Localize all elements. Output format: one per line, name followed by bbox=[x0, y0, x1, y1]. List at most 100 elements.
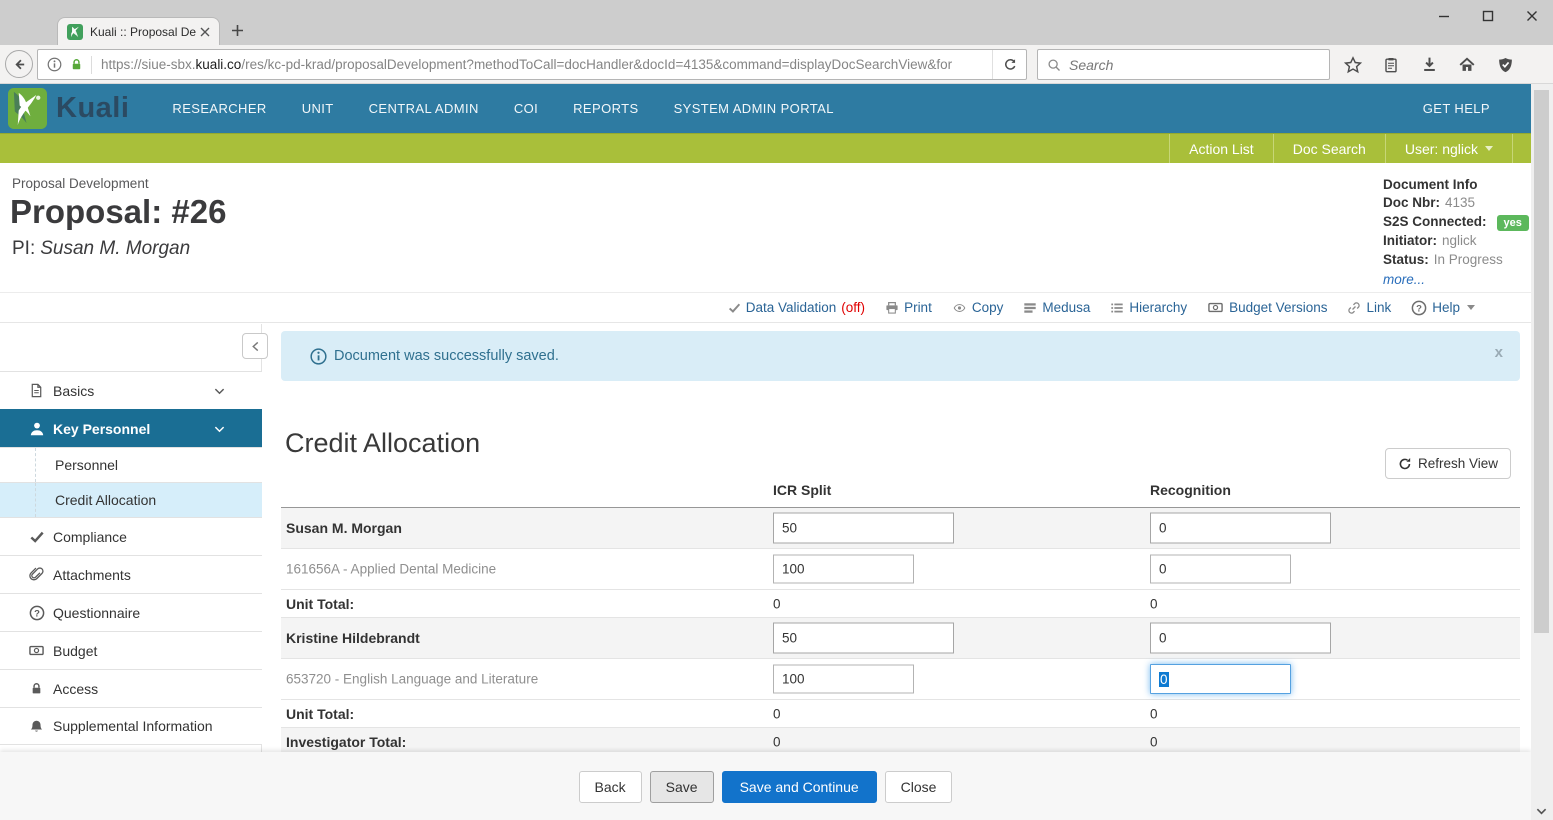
recognition-input[interactable] bbox=[1150, 555, 1291, 584]
doc-info-row: Initiator:nglick bbox=[1383, 232, 1528, 251]
table-row-161656a-applied-dental-medicine: 161656A - Applied Dental Medicine bbox=[281, 549, 1520, 590]
recognition-input-focused[interactable]: 0 bbox=[1150, 664, 1291, 694]
doc-type-label: Proposal Development bbox=[12, 176, 149, 191]
link-icon bbox=[1347, 301, 1361, 315]
sidebar-item-budget[interactable]: Budget bbox=[0, 631, 262, 669]
help-caret-icon bbox=[1467, 305, 1475, 310]
row-label: Unit Total: bbox=[286, 706, 354, 722]
sidebar-item-compliance[interactable]: Compliance bbox=[0, 517, 262, 555]
page-info-icon[interactable] bbox=[47, 57, 62, 72]
window-maximize-button[interactable] bbox=[1481, 9, 1495, 23]
question-circle-icon: ? bbox=[27, 605, 46, 621]
person-icon bbox=[27, 421, 46, 437]
portal-action-list[interactable]: Action List bbox=[1169, 134, 1273, 163]
sidebar-collapse-button[interactable] bbox=[242, 333, 268, 359]
recognition-input[interactable] bbox=[1150, 513, 1331, 544]
sidebar-item-credit-allocation[interactable]: Credit Allocation bbox=[0, 482, 262, 517]
table-row-kristine-hildebrandt: Kristine Hildebrandt bbox=[281, 618, 1520, 659]
toolbar-copy[interactable]: Copy bbox=[952, 300, 1004, 315]
sidebar-item-access[interactable]: Access bbox=[0, 669, 262, 707]
doc-info-label: Initiator: bbox=[1383, 233, 1437, 248]
new-tab-button[interactable] bbox=[231, 24, 244, 37]
toolbar-label: Help bbox=[1432, 300, 1460, 315]
downloads-icon[interactable] bbox=[1417, 56, 1441, 73]
nav-central-admin[interactable]: CENTRAL ADMIN bbox=[369, 101, 479, 116]
browser-tab[interactable]: Kuali :: Proposal Developme bbox=[57, 17, 220, 45]
success-message: Document was successfully saved. x bbox=[281, 331, 1520, 381]
search-box[interactable]: Search bbox=[1037, 49, 1330, 80]
credit-allocation-table: Susan M. Morgan161656A - Applied Dental … bbox=[281, 507, 1520, 756]
kuali-logo[interactable] bbox=[8, 88, 47, 129]
toolbar-medusa[interactable]: Medusa bbox=[1023, 300, 1090, 315]
icr-split-input[interactable] bbox=[773, 665, 914, 694]
document-toolbar: Data Validation(off) Print Copy Medusa Hiera… bbox=[0, 292, 1531, 323]
scrollbar-thumb[interactable] bbox=[1534, 90, 1549, 633]
sidebar-item-attachments[interactable]: Attachments bbox=[0, 555, 262, 593]
recognition-header: Recognition bbox=[1150, 482, 1231, 498]
toolbar-link[interactable]: Link bbox=[1347, 300, 1391, 315]
icr-split-input[interactable] bbox=[773, 623, 954, 654]
get-help-link[interactable]: GET HELP bbox=[1423, 101, 1490, 116]
sidebar-item-basics[interactable]: Basics bbox=[0, 371, 262, 409]
window-minimize-button[interactable] bbox=[1437, 9, 1451, 23]
toolbar-budget-versions[interactable]: Budget Versions bbox=[1207, 300, 1327, 315]
menu-hamburger-icon[interactable] bbox=[1549, 56, 1553, 73]
message-close-button[interactable]: x bbox=[1495, 344, 1503, 361]
sidebar-item-questionnaire[interactable]: ?Questionnaire bbox=[0, 593, 262, 631]
save-button[interactable]: Save bbox=[650, 771, 714, 803]
portal-doc-search[interactable]: Doc Search bbox=[1273, 134, 1385, 163]
nav-unit[interactable]: UNIT bbox=[302, 101, 334, 116]
app-header: Kuali RESEARCHER UNIT CENTRAL ADMIN COI REPO… bbox=[0, 84, 1531, 133]
save-and-continue-button[interactable]: Save and Continue bbox=[722, 771, 877, 803]
scrollbar-down-arrow[interactable] bbox=[1536, 807, 1547, 816]
row-label: Investigator Total: bbox=[286, 734, 406, 750]
recognition-cell bbox=[1150, 513, 1331, 544]
more-link[interactable]: more... bbox=[1383, 272, 1528, 287]
document-info-heading: Document Info bbox=[1383, 175, 1528, 194]
nav-system-admin-portal[interactable]: SYSTEM ADMIN PORTAL bbox=[674, 101, 834, 116]
browser-action-icons bbox=[1341, 49, 1553, 80]
url-bar[interactable]: https://siue-sbx.kuali.co/res/kc-pd-krad… bbox=[37, 49, 1027, 80]
close-button[interactable]: Close bbox=[885, 771, 953, 803]
toolbar-print[interactable]: Print bbox=[885, 300, 932, 315]
toolbar-data-validation[interactable]: Data Validation(off) bbox=[728, 300, 865, 315]
portal-user-nglick[interactable]: User: nglick bbox=[1385, 134, 1513, 163]
status-badge: yes bbox=[1497, 215, 1529, 231]
sidebar-item-label: Key Personnel bbox=[53, 421, 150, 437]
bookmark-star-icon[interactable] bbox=[1341, 56, 1365, 74]
nav-reports[interactable]: REPORTS bbox=[573, 101, 638, 116]
recognition-cell: 0 bbox=[1150, 734, 1158, 749]
sidebar-item-supplemental-information[interactable]: Supplemental Information bbox=[0, 707, 262, 745]
page-scrollbar[interactable] bbox=[1531, 84, 1553, 820]
browser-back-button[interactable] bbox=[5, 50, 33, 78]
back-button[interactable]: Back bbox=[579, 771, 642, 803]
doc-info-row: S2S Connected:yes bbox=[1383, 213, 1528, 233]
reload-button[interactable] bbox=[992, 50, 1026, 79]
url-text[interactable]: https://siue-sbx.kuali.co/res/kc-pd-krad… bbox=[101, 57, 992, 72]
nav-coi[interactable]: COI bbox=[514, 101, 538, 116]
reading-list-icon[interactable] bbox=[1379, 56, 1403, 74]
shield-icon[interactable] bbox=[1493, 56, 1517, 74]
toolbar-help[interactable]: ?Help bbox=[1411, 300, 1475, 316]
toolbar-hierarchy[interactable]: Hierarchy bbox=[1110, 300, 1187, 315]
brand-text[interactable]: Kuali bbox=[56, 92, 129, 125]
sidebar-item-personnel[interactable]: Personnel bbox=[0, 447, 262, 482]
check-icon bbox=[27, 530, 46, 544]
refresh-view-button[interactable]: Refresh View bbox=[1385, 448, 1511, 479]
home-icon[interactable] bbox=[1455, 56, 1479, 73]
sidebar-item-key-personnel[interactable]: Key Personnel bbox=[0, 409, 262, 447]
icr-split-input[interactable] bbox=[773, 555, 914, 584]
tab-close-icon[interactable] bbox=[200, 27, 210, 37]
bell-icon bbox=[27, 719, 46, 734]
lock-icon bbox=[27, 681, 46, 696]
doc-info-row: Doc Nbr:4135 bbox=[1383, 194, 1528, 213]
icr-split-input[interactable] bbox=[773, 513, 954, 544]
recognition-input[interactable] bbox=[1150, 623, 1331, 654]
footer-bar: BackSaveSave and ContinueClose bbox=[0, 752, 1531, 820]
toolbar-label: Copy bbox=[972, 300, 1004, 315]
window-close-button[interactable] bbox=[1525, 9, 1539, 23]
svg-text:?: ? bbox=[34, 608, 40, 619]
nav-researcher[interactable]: RESEARCHER bbox=[172, 101, 266, 116]
https-lock-icon[interactable] bbox=[70, 57, 83, 72]
window-titlebar: Kuali :: Proposal Developme bbox=[0, 0, 1553, 45]
